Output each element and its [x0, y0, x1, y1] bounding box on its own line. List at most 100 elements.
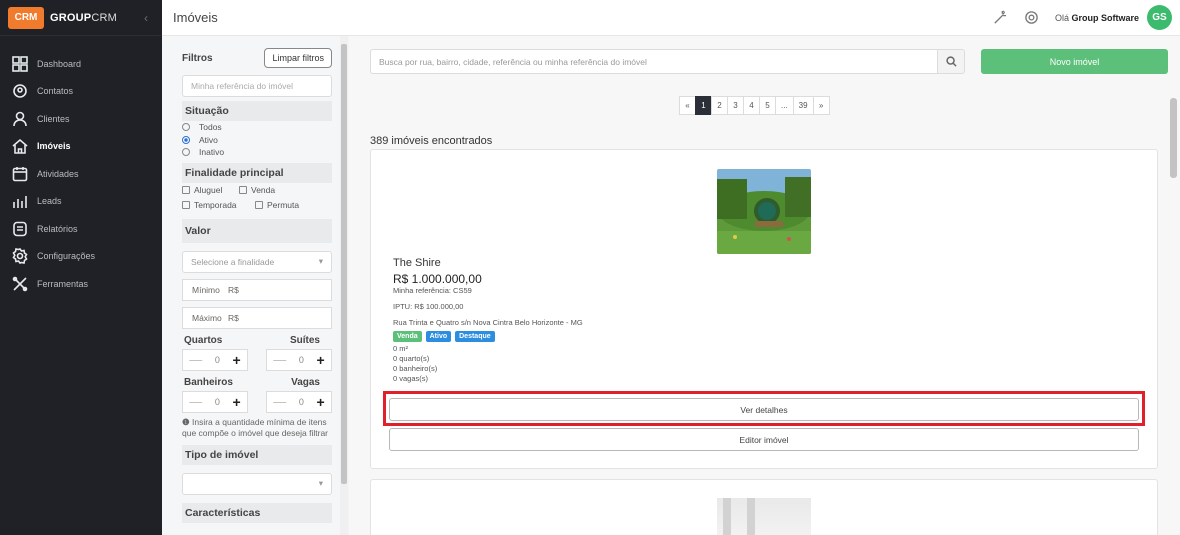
page-1[interactable]: 1 — [695, 96, 712, 115]
checkbox-aluguel[interactable]: Aluguel — [182, 185, 239, 195]
sidebar-item-ferramentas[interactable]: Ferramentas — [0, 270, 162, 298]
plus-icon[interactable]: + — [317, 352, 325, 368]
search-input[interactable]: Busca por rua, bairro, cidade, referênci… — [370, 49, 937, 74]
property-parking: 0 vagas(s) — [393, 374, 429, 383]
page-5[interactable]: 5 — [759, 96, 776, 115]
situation-option-inativo[interactable]: Inativo — [182, 146, 332, 159]
collapse-sidebar-icon[interactable]: ‹ — [144, 11, 148, 25]
pagination: « 1 2 3 4 5 ... 39 » — [679, 96, 830, 115]
search-button[interactable] — [937, 49, 965, 74]
situation-option-ativo[interactable]: Ativo — [182, 134, 332, 147]
avatar[interactable]: GS — [1147, 5, 1172, 30]
status-badge: Ativo — [425, 331, 452, 342]
min-value-input[interactable]: Mínimo R$ — [182, 278, 332, 301]
sidebar-item-imoveis[interactable]: Imóveis — [0, 133, 162, 161]
radio-inativo[interactable] — [182, 148, 190, 157]
page-prev[interactable]: « — [679, 96, 696, 115]
sidebar-item-atividades[interactable]: Atividades — [0, 160, 162, 188]
plus-icon[interactable]: + — [233, 394, 241, 410]
checkbox-temporada[interactable]: Temporada — [182, 200, 255, 210]
property-title[interactable]: The Shire — [393, 257, 583, 269]
sidebar-item-dashboard[interactable]: Dashboard — [0, 50, 162, 78]
contacts-icon — [12, 83, 28, 99]
magic-wand-icon[interactable] — [991, 9, 1009, 27]
minus-icon[interactable]: — — [189, 394, 202, 409]
checkbox-venda[interactable]: Venda — [239, 185, 296, 195]
bathrooms-stepper[interactable]: —0 + — [182, 390, 248, 413]
features-heading: Características — [182, 502, 332, 523]
counter-labels-1: Quartos Suítes — [184, 334, 320, 346]
page-2[interactable]: 2 — [711, 96, 728, 115]
counters-row-2: —0 + —0 + — [182, 390, 332, 413]
edit-property-button[interactable]: Editor imóvel — [389, 428, 1139, 451]
page-next[interactable]: » — [812, 96, 830, 115]
situation-heading: Situação — [182, 101, 332, 121]
page-39[interactable]: 39 — [792, 96, 814, 115]
page-ellipsis: ... — [775, 96, 794, 115]
info-icon: ❶ — [182, 416, 190, 427]
sidebar-item-leads[interactable]: Leads — [0, 188, 162, 216]
bedrooms-stepper[interactable]: —0 + — [182, 348, 248, 371]
sidebar-item-clientes[interactable]: Clientes — [0, 105, 162, 133]
user-greeting: Olá Group Software — [1054, 12, 1139, 23]
minus-icon[interactable]: — — [273, 352, 286, 367]
sidebar-item-label: Atividades — [37, 168, 79, 179]
parking-stepper[interactable]: —0 + — [266, 390, 332, 413]
sidebar-item-contatos[interactable]: Contatos — [0, 78, 162, 106]
page-4[interactable]: 4 — [743, 96, 760, 115]
page-title: Imóveis — [173, 10, 218, 25]
sidebar-item-label: Clientes — [37, 113, 70, 124]
property-photo[interactable] — [717, 169, 811, 254]
minus-icon[interactable]: — — [189, 352, 202, 367]
property-badges: Venda Ativo Destaque — [393, 331, 583, 342]
property-address: Rua Trinta e Quatro s/n Nova Cintra Belo… — [393, 318, 583, 327]
leads-icon — [12, 193, 28, 209]
tools-icon — [12, 276, 28, 292]
type-select[interactable]: ▾ — [182, 472, 332, 495]
suites-stepper[interactable]: —0 + — [266, 348, 332, 371]
main-scrollbar[interactable] — [1168, 84, 1178, 535]
sidebar-item-label: Contatos — [37, 86, 74, 97]
dashboard-icon — [12, 55, 28, 72]
counters-row-1: —0 + —0 + — [182, 348, 332, 371]
filters-scrollbar[interactable] — [340, 36, 348, 535]
home-icon — [12, 138, 28, 155]
type-heading: Tipo de imóvel — [182, 444, 332, 465]
reference-input[interactable]: Minha referência do imóvel — [182, 75, 332, 97]
search-bar: Busca por rua, bairro, cidade, referênci… — [370, 49, 965, 74]
property-card — [370, 479, 1158, 535]
calendar-icon — [12, 166, 28, 182]
checkbox-permuta[interactable]: Permuta — [255, 200, 312, 210]
status-badge: Venda — [393, 331, 422, 342]
minus-icon[interactable]: — — [273, 394, 286, 409]
property-bathrooms: 0 banheiro(s) — [393, 364, 438, 373]
sidebar-item-configuracoes[interactable]: Configurações — [0, 243, 162, 271]
purpose-heading: Finalidade principal — [182, 162, 332, 183]
clear-filters-button[interactable]: Limpar filtros — [264, 48, 332, 68]
gear-icon — [12, 248, 28, 265]
filters-panel: Filtros Limpar filtros Minha referência … — [162, 36, 340, 535]
page-3[interactable]: 3 — [727, 96, 744, 115]
top-right-actions: Olá Group Software GS — [977, 5, 1172, 30]
filter-hint: ❶ Insira a quantidade mínima de itens qu… — [182, 416, 328, 438]
property-reference: Minha referência: CS59 — [393, 286, 472, 295]
radio-todos[interactable] — [182, 123, 190, 132]
purpose-select[interactable]: Selecione a finalidade ▾ — [182, 250, 332, 273]
sidebar-item-label: Ferramentas — [37, 278, 89, 289]
max-value-input[interactable]: Máximo R$ — [182, 306, 332, 329]
property-photo[interactable] — [717, 498, 811, 535]
search-icon — [945, 56, 957, 67]
situation-option-todos[interactable]: Todos — [182, 121, 332, 134]
clients-icon — [12, 111, 28, 127]
brand-logo[interactable]: CRM — [8, 6, 44, 29]
plus-icon[interactable]: + — [317, 394, 325, 410]
property-price: R$ 1.000.000,00 — [393, 272, 482, 286]
new-property-button[interactable]: Novo imóvel — [981, 49, 1168, 74]
top-bar: Imóveis Olá Group Software GS — [162, 0, 1180, 36]
radio-ativo[interactable] — [182, 135, 190, 144]
property-info: The Shire R$ 1.000.000,00 Minha referênc… — [393, 257, 583, 384]
settings-gear-icon[interactable] — [1023, 9, 1041, 27]
sidebar-item-relatorios[interactable]: Relatórios — [0, 215, 162, 243]
status-badge: Destaque — [455, 331, 495, 342]
plus-icon[interactable]: + — [233, 352, 241, 368]
